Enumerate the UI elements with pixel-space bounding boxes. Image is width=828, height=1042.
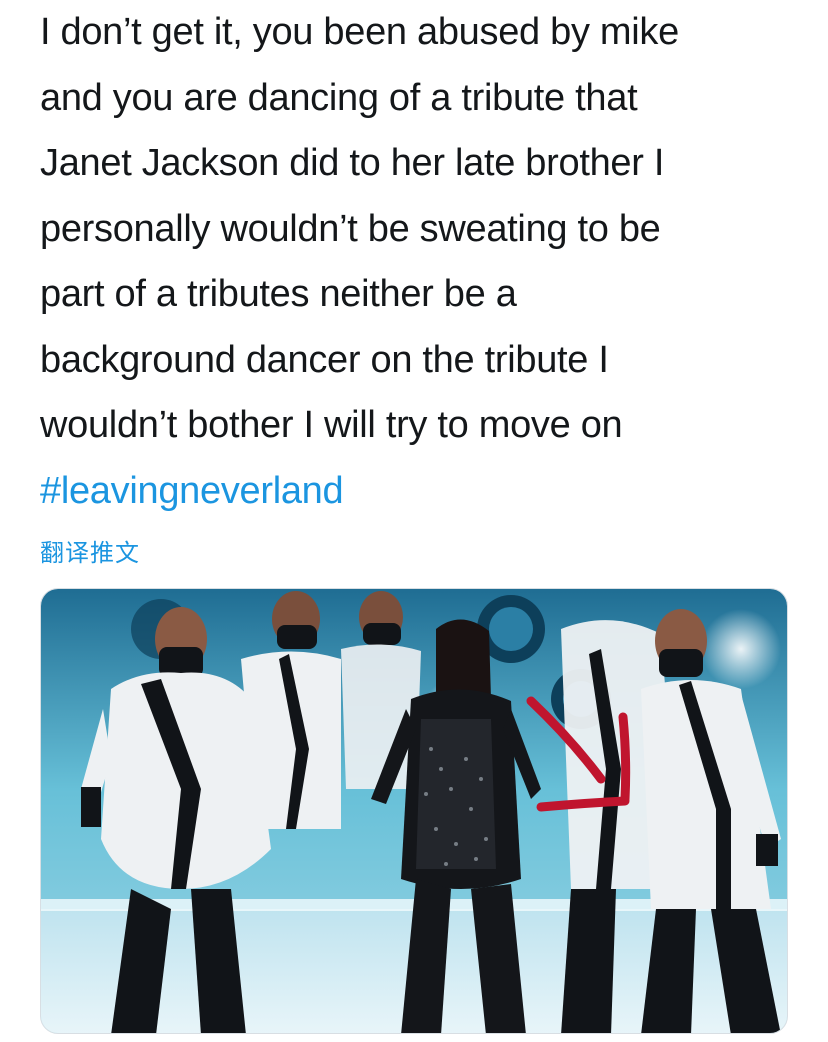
tweet: I don’t get it, you been abused by mike … <box>0 0 828 1042</box>
stage-photo <box>41 589 787 1033</box>
tweet-text-line: part of a tributes neither be a <box>40 273 517 315</box>
hashtag-link[interactable]: #leavingneverland <box>40 459 800 525</box>
tweet-text-line: personally wouldn’t be sweating to be <box>40 207 661 250</box>
tweet-text-line: I don’t get it, you been abused by mike <box>40 11 679 53</box>
tweet-text-line: wouldn’t bother I will try to move on <box>40 404 623 446</box>
tweet-text: I don’t get it, you been abused by mike … <box>40 0 800 524</box>
tweet-text-line: Janet Jackson did to her late brother I <box>40 142 665 184</box>
tweet-text-line: and you are dancing of a tribute that <box>40 76 638 119</box>
translate-tweet-link[interactable]: 翻译推文 <box>40 533 140 568</box>
tweet-media-photo[interactable] <box>40 588 788 1034</box>
tweet-text-line: background dancer on the tribute I <box>40 338 609 381</box>
